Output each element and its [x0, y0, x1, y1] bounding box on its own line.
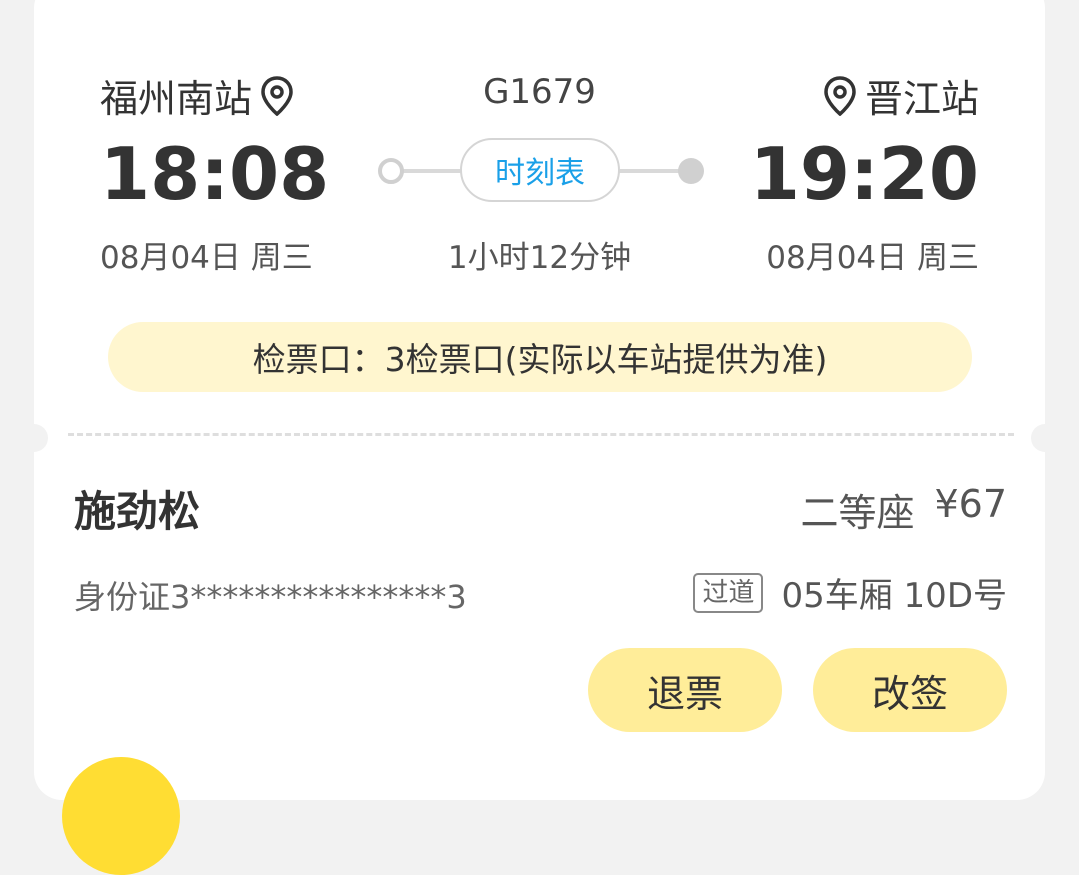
seat-class-price: 二等座 ¥67: [800, 482, 1007, 537]
passenger-id-number: 身份证3****************3: [74, 578, 467, 616]
seat-class: 二等座: [800, 491, 915, 535]
ticket-price: ¥67: [934, 482, 1007, 526]
seat-number: 05车厢 10D号: [781, 576, 1007, 616]
ticket-divider: [68, 433, 1014, 436]
refund-button[interactable]: 退票: [588, 648, 782, 732]
partial-avatar: [62, 757, 180, 875]
passenger-name: 施劲松: [74, 487, 201, 536]
arrival-date: 08月04日 周三: [766, 240, 979, 276]
route-end-dot: [678, 158, 704, 184]
ticket-notch-right: [1031, 424, 1059, 452]
location-pin-icon: [823, 75, 857, 116]
route-start-dot: [378, 158, 404, 184]
ticket-notch-left: [20, 424, 48, 452]
arrival-station-label: 晋江站: [864, 77, 979, 121]
change-ticket-button[interactable]: 改签: [813, 648, 1007, 732]
arrival-station[interactable]: 晋江站: [823, 68, 979, 123]
schedule-button[interactable]: 时刻表: [460, 138, 620, 202]
arrival-time: 19:20: [749, 132, 979, 216]
seat-position-badge: 过道: [693, 572, 764, 613]
ticket-gate-info: 检票口：3检票口(实际以车站提供为准): [108, 322, 972, 392]
departure-time: 18:08: [100, 132, 330, 216]
seat-info: 过道 05车厢 10D号: [693, 568, 1007, 617]
